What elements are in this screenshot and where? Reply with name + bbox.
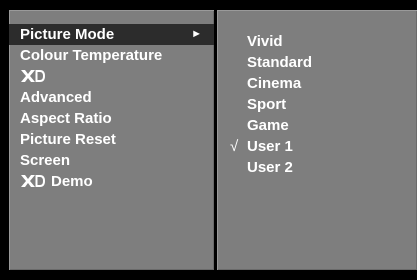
xd-logo-icon <box>21 175 45 188</box>
option-label: Cinema <box>247 75 302 92</box>
picture-mode-list: Vivid Standard Cinema Sport Game √ User … <box>217 31 417 178</box>
option-vivid[interactable]: Vivid <box>217 31 417 52</box>
option-sport[interactable]: Sport <box>217 94 417 115</box>
option-label: Sport <box>247 96 287 113</box>
option-label: Standard <box>247 54 313 71</box>
submenu-panel: Vivid Standard Cinema Sport Game √ User … <box>217 10 417 270</box>
menu-item-xd[interactable] <box>9 66 214 87</box>
menu-item-label: Screen <box>20 152 71 169</box>
main-menu-list: Picture Mode ► Colour Temperature Advanc… <box>9 24 214 192</box>
menu-item-label: Colour Temperature <box>20 47 163 64</box>
option-user-2[interactable]: User 2 <box>217 157 417 178</box>
menu-item-picture-mode[interactable]: Picture Mode ► <box>9 24 214 45</box>
xd-logo-icon <box>21 70 45 83</box>
option-label: User 2 <box>247 159 293 176</box>
menu-item-screen[interactable]: Screen <box>9 150 214 171</box>
option-label: Game <box>247 117 289 134</box>
check-mark-icon: √ <box>230 138 239 155</box>
option-label: Vivid <box>247 33 283 50</box>
menu-item-label: Advanced <box>20 89 92 106</box>
menu-item-advanced[interactable]: Advanced <box>9 87 214 108</box>
option-standard[interactable]: Standard <box>217 52 417 73</box>
menu-item-aspect-ratio[interactable]: Aspect Ratio <box>9 108 214 129</box>
option-user-1[interactable]: √ User 1 <box>217 136 417 157</box>
menu-item-label: Picture Mode <box>20 26 115 43</box>
main-menu-panel: Picture Mode ► Colour Temperature Advanc… <box>9 10 214 270</box>
option-label: User 1 <box>247 138 293 155</box>
menu-item-label: Picture Reset <box>20 131 116 148</box>
menu-item-label: Demo <box>51 173 93 190</box>
submenu-arrow-icon: ► <box>191 28 202 40</box>
option-cinema[interactable]: Cinema <box>217 73 417 94</box>
menu-item-picture-reset[interactable]: Picture Reset <box>9 129 214 150</box>
menu-item-colour-temperature[interactable]: Colour Temperature <box>9 45 214 66</box>
option-game[interactable]: Game <box>217 115 417 136</box>
menu-item-label: Aspect Ratio <box>20 110 112 127</box>
menu-item-xd-demo[interactable]: Demo <box>9 171 214 192</box>
